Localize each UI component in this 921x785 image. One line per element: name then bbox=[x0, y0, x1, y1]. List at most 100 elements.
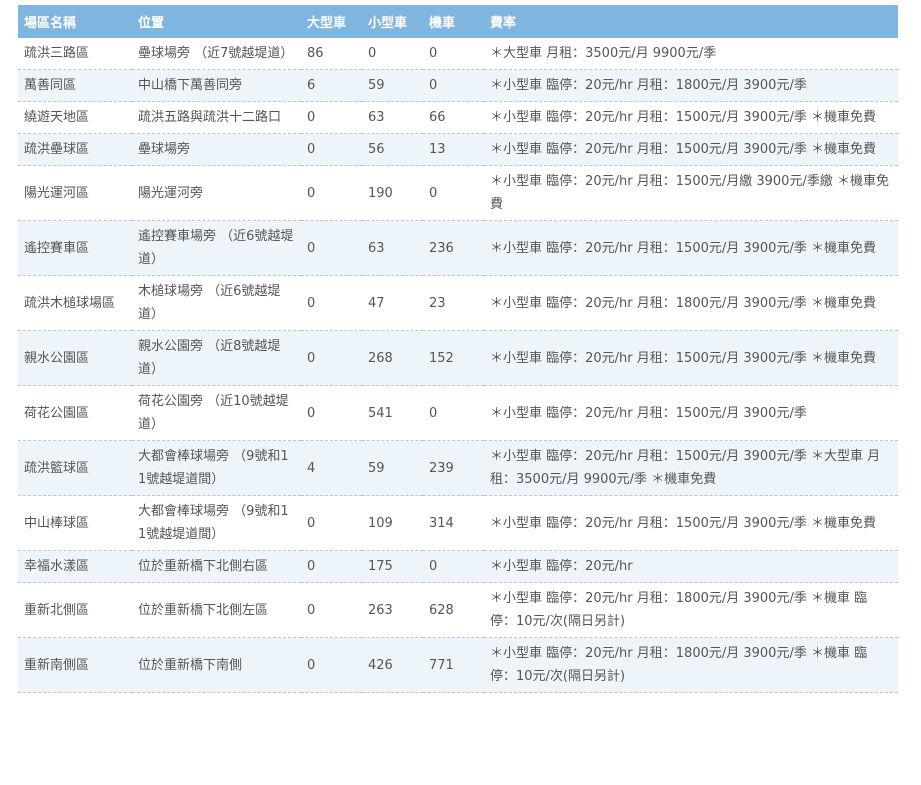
cell-location: 遙控賽車場旁 （近6號越堤道） bbox=[132, 220, 301, 276]
cell-location: 壘球場旁 bbox=[132, 133, 301, 166]
cell-moto: 628 bbox=[423, 582, 484, 638]
cell-name: 中山棒球區 bbox=[18, 495, 132, 551]
table-row: 遙控賽車區 遙控賽車場旁 （近6號越堤道） 0 63 236 ＊小型車 臨停：20元/hr… bbox=[18, 220, 898, 276]
cell-large: 6 bbox=[301, 69, 362, 102]
table-row: 疏洪木槌球場區 木槌球場旁 （近6號越堤道） 0 47 23 ＊小型車 臨停：20元/hr… bbox=[18, 275, 898, 331]
cell-large: 0 bbox=[301, 220, 362, 276]
cell-fee: ＊小型車 臨停：20元/hr 月租：1500元/月 3900元/季 bbox=[484, 385, 898, 441]
cell-location: 陽光運河旁 bbox=[132, 165, 301, 221]
table-row: 重新南側區 位於重新橋下南側 0 426 771 ＊小型車 臨停：20元/hr 月租：18… bbox=[18, 637, 898, 693]
cell-small: 109 bbox=[362, 495, 423, 551]
cell-fee: ＊小型車 臨停：20元/hr 月租：1800元/月 3900元/季 ＊機車免費 bbox=[484, 275, 898, 331]
cell-moto: 0 bbox=[423, 165, 484, 221]
cell-moto: 152 bbox=[423, 330, 484, 386]
cell-name: 萬善同區 bbox=[18, 69, 132, 102]
cell-name: 遙控賽車區 bbox=[18, 220, 132, 276]
cell-location: 位於重新橋下南側 bbox=[132, 637, 301, 693]
table-row: 陽光運河區 陽光運河旁 0 190 0 ＊小型車 臨停：20元/hr 月租：1500元/月… bbox=[18, 165, 898, 221]
cell-moto: 66 bbox=[423, 101, 484, 134]
cell-small: 541 bbox=[362, 385, 423, 441]
table-row: 疏洪三路區 壘球場旁 （近7號越堤道） 86 0 0 ＊大型車 月租：3500元/月 99… bbox=[18, 37, 898, 70]
cell-location: 大都會棒球場旁 （9號和11號越堤道間） bbox=[132, 440, 301, 496]
table-row: 萬善同區 中山橋下萬善同旁 6 59 0 ＊小型車 臨停：20元/hr 月租：1800元/… bbox=[18, 69, 898, 102]
cell-location: 壘球場旁 （近7號越堤道） bbox=[132, 37, 301, 70]
cell-location: 親水公園旁 （近8號越堤道） bbox=[132, 330, 301, 386]
parking-table-container: 場區名稱 位置 大型車 小型車 機車 費率 疏洪三路區 壘球場旁 （近7號越堤道）… bbox=[18, 5, 898, 693]
cell-name: 疏洪三路區 bbox=[18, 37, 132, 70]
cell-fee: ＊小型車 臨停：20元/hr 月租：1500元/月 3900元/季 ＊機車免費 bbox=[484, 101, 898, 134]
table-header: 場區名稱 位置 大型車 小型車 機車 費率 bbox=[18, 5, 898, 38]
cell-location: 木槌球場旁 （近6號越堤道） bbox=[132, 275, 301, 331]
cell-large: 4 bbox=[301, 440, 362, 496]
cell-small: 263 bbox=[362, 582, 423, 638]
cell-moto: 0 bbox=[423, 37, 484, 70]
cell-fee: ＊小型車 臨停：20元/hr 月租：1500元/月 3900元/季 ＊機車免費 bbox=[484, 220, 898, 276]
cell-small: 59 bbox=[362, 440, 423, 496]
cell-location: 疏洪五路與疏洪十二路口 bbox=[132, 101, 301, 134]
cell-moto: 236 bbox=[423, 220, 484, 276]
cell-name: 疏洪壘球區 bbox=[18, 133, 132, 166]
cell-large: 0 bbox=[301, 101, 362, 134]
cell-small: 63 bbox=[362, 220, 423, 276]
cell-name: 幸福水漾區 bbox=[18, 550, 132, 583]
cell-small: 56 bbox=[362, 133, 423, 166]
cell-fee: ＊小型車 臨停：20元/hr 月租：1800元/月 3900元/季 bbox=[484, 69, 898, 102]
cell-large: 0 bbox=[301, 582, 362, 638]
cell-large: 0 bbox=[301, 550, 362, 583]
header-name: 場區名稱 bbox=[18, 5, 132, 38]
cell-large: 0 bbox=[301, 165, 362, 221]
cell-moto: 0 bbox=[423, 69, 484, 102]
cell-large: 0 bbox=[301, 385, 362, 441]
table-row: 中山棒球區 大都會棒球場旁 （9號和11號越堤道間） 0 109 314 ＊小型車 臨停：… bbox=[18, 495, 898, 551]
table-row: 荷花公園區 荷花公園旁 （近10號越堤道） 0 541 0 ＊小型車 臨停：20元/hr … bbox=[18, 385, 898, 441]
cell-small: 0 bbox=[362, 37, 423, 70]
cell-name: 疏洪木槌球場區 bbox=[18, 275, 132, 331]
cell-large: 0 bbox=[301, 330, 362, 386]
header-row: 場區名稱 位置 大型車 小型車 機車 費率 bbox=[18, 5, 898, 38]
header-location: 位置 bbox=[132, 5, 301, 38]
cell-moto: 13 bbox=[423, 133, 484, 166]
cell-location: 荷花公園旁 （近10號越堤道） bbox=[132, 385, 301, 441]
cell-name: 重新北側區 bbox=[18, 582, 132, 638]
cell-name: 荷花公園區 bbox=[18, 385, 132, 441]
table-body: 疏洪三路區 壘球場旁 （近7號越堤道） 86 0 0 ＊大型車 月租：3500元/月 99… bbox=[18, 37, 898, 693]
header-large: 大型車 bbox=[301, 5, 362, 38]
cell-small: 175 bbox=[362, 550, 423, 583]
header-moto: 機車 bbox=[423, 5, 484, 38]
cell-fee: ＊小型車 臨停：20元/hr 月租：1500元/月繳 3900元/季繳 ＊機車免… bbox=[484, 165, 898, 221]
cell-location: 位於重新橋下北側右區 bbox=[132, 550, 301, 583]
table-row: 幸福水漾區 位於重新橋下北側右區 0 175 0 ＊小型車 臨停：20元/hr bbox=[18, 550, 898, 583]
cell-large: 0 bbox=[301, 275, 362, 331]
cell-fee: ＊小型車 臨停：20元/hr 月租：1500元/月 3900元/季 ＊機車免費 bbox=[484, 330, 898, 386]
cell-name: 重新南側區 bbox=[18, 637, 132, 693]
cell-fee: ＊大型車 月租：3500元/月 9900元/季 bbox=[484, 37, 898, 70]
cell-moto: 314 bbox=[423, 495, 484, 551]
cell-small: 190 bbox=[362, 165, 423, 221]
table-row: 親水公園區 親水公園旁 （近8號越堤道） 0 268 152 ＊小型車 臨停：20元/hr… bbox=[18, 330, 898, 386]
cell-moto: 239 bbox=[423, 440, 484, 496]
cell-small: 47 bbox=[362, 275, 423, 331]
cell-fee: ＊小型車 臨停：20元/hr 月租：1500元/月 3900元/季 ＊機車免費 bbox=[484, 133, 898, 166]
cell-location: 中山橋下萬善同旁 bbox=[132, 69, 301, 102]
cell-moto: 0 bbox=[423, 550, 484, 583]
cell-moto: 771 bbox=[423, 637, 484, 693]
cell-large: 0 bbox=[301, 495, 362, 551]
cell-name: 繞遊天地區 bbox=[18, 101, 132, 134]
cell-fee: ＊小型車 臨停：20元/hr 月租：1500元/月 3900元/季 ＊大型車 月… bbox=[484, 440, 898, 496]
cell-large: 0 bbox=[301, 133, 362, 166]
cell-fee: ＊小型車 臨停：20元/hr 月租：1800元/月 3900元/季 ＊機車 臨停… bbox=[484, 637, 898, 693]
cell-name: 陽光運河區 bbox=[18, 165, 132, 221]
cell-small: 63 bbox=[362, 101, 423, 134]
cell-location: 位於重新橋下北側左區 bbox=[132, 582, 301, 638]
cell-small: 59 bbox=[362, 69, 423, 102]
header-small: 小型車 bbox=[362, 5, 423, 38]
header-fee: 費率 bbox=[484, 5, 898, 38]
table-row: 疏洪壘球區 壘球場旁 0 56 13 ＊小型車 臨停：20元/hr 月租：1500元/月 … bbox=[18, 133, 898, 166]
table-row: 疏洪籃球區 大都會棒球場旁 （9號和11號越堤道間） 4 59 239 ＊小型車 臨停：2… bbox=[18, 440, 898, 496]
cell-moto: 0 bbox=[423, 385, 484, 441]
cell-large: 86 bbox=[301, 37, 362, 70]
table-row: 繞遊天地區 疏洪五路與疏洪十二路口 0 63 66 ＊小型車 臨停：20元/hr 月租：1… bbox=[18, 101, 898, 134]
parking-table: 場區名稱 位置 大型車 小型車 機車 費率 疏洪三路區 壘球場旁 （近7號越堤道）… bbox=[18, 5, 898, 693]
cell-name: 親水公園區 bbox=[18, 330, 132, 386]
cell-large: 0 bbox=[301, 637, 362, 693]
